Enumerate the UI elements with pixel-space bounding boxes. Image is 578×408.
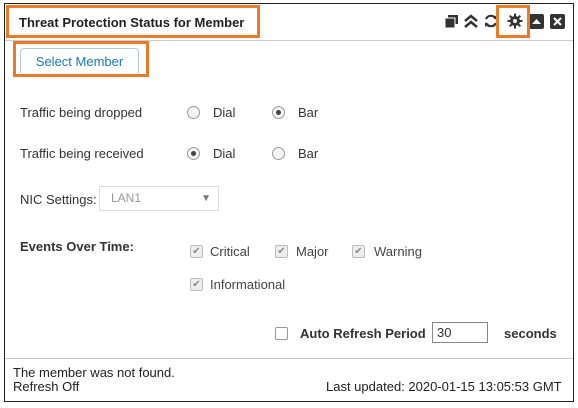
critical-checkbox[interactable]: ✔ — [190, 245, 203, 258]
member-not-found-message: The member was not found. — [13, 365, 175, 380]
traffic-dropped-bar-label: Bar — [298, 105, 319, 120]
informational-checkbox[interactable]: ✔ — [190, 278, 203, 291]
chevron-down-icon: ▼ — [201, 193, 211, 204]
traffic-received-label: Traffic being received — [20, 146, 144, 161]
select-member-button[interactable]: Select Member — [20, 48, 139, 73]
traffic-dropped-label: Traffic being dropped — [20, 105, 143, 120]
informational-label: Informational — [210, 277, 286, 292]
traffic-received-bar-label: Bar — [298, 146, 319, 161]
status-footer: The member was not found. Refresh Off La… — [5, 358, 573, 401]
events-over-time-label: Events Over Time: — [20, 239, 134, 254]
collapse-icon[interactable] — [463, 13, 479, 29]
traffic-received-dial-label: Dial — [213, 146, 236, 161]
warning-checkbox[interactable]: ✔ — [352, 245, 365, 258]
critical-label: Critical — [210, 244, 250, 259]
seconds-label: seconds — [504, 326, 557, 341]
refresh-status: Refresh Off — [13, 379, 80, 394]
minimize-icon[interactable] — [528, 13, 544, 29]
traffic-received-bar-radio[interactable] — [272, 147, 285, 160]
auto-refresh-checkbox[interactable] — [275, 327, 288, 340]
gear-highlight-box — [496, 5, 530, 38]
warning-label: Warning — [374, 244, 422, 259]
copy-icon[interactable] — [443, 13, 459, 29]
threat-protection-panel: Threat Protection Status for Member Sele… — [4, 3, 574, 402]
auto-refresh-period-input[interactable] — [432, 322, 488, 343]
traffic-dropped-bar-radio[interactable] — [272, 106, 285, 119]
nic-settings-value: LAN1 — [111, 191, 142, 205]
auto-refresh-label: Auto Refresh Period — [300, 326, 426, 341]
title-highlight-box — [6, 5, 260, 38]
traffic-received-dial-radio[interactable] — [187, 147, 200, 160]
major-label: Major — [296, 244, 329, 259]
traffic-dropped-dial-label: Dial — [213, 105, 236, 120]
last-updated: Last updated: 2020-01-15 13:05:53 GMT — [326, 379, 562, 394]
major-checkbox[interactable]: ✔ — [275, 245, 288, 258]
close-icon[interactable] — [549, 13, 565, 29]
nic-settings-select[interactable]: LAN1 ▼ — [99, 186, 219, 211]
traffic-dropped-dial-radio[interactable] — [187, 106, 200, 119]
nic-settings-label: NIC Settings: — [20, 192, 97, 207]
